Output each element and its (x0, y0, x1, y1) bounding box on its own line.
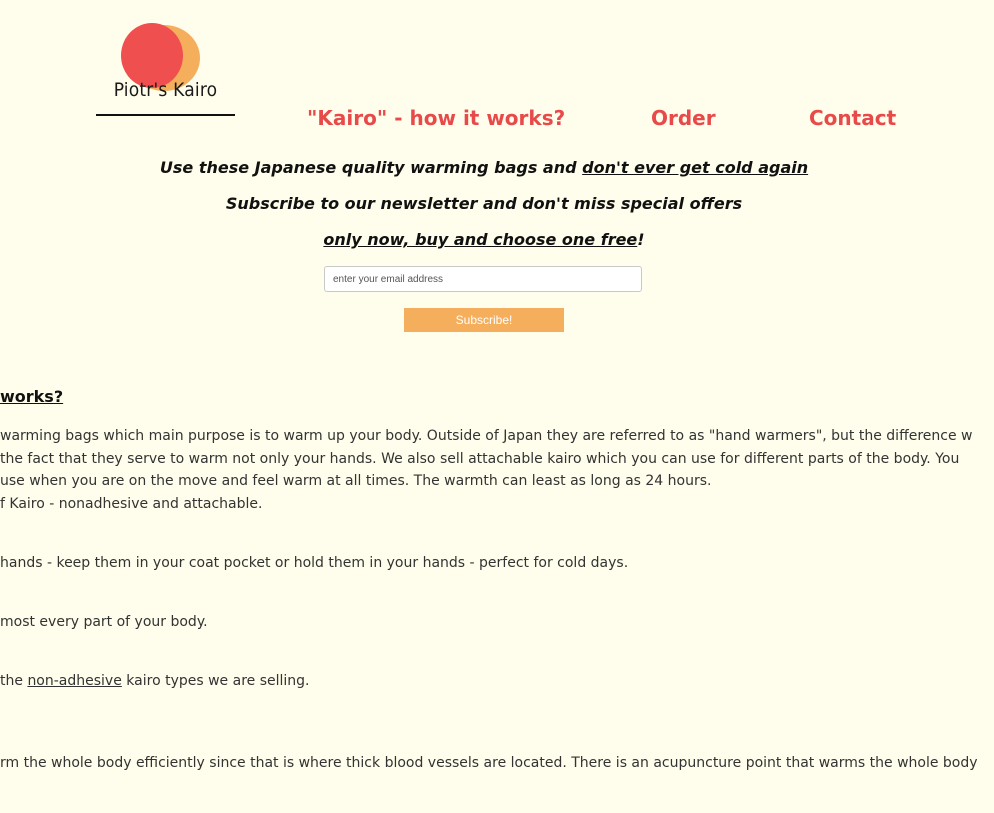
logo[interactable]: Piotr's Kairo (96, 22, 235, 117)
promo-link-dont-get-cold[interactable]: don't ever get cold again (582, 158, 808, 177)
paragraph-types-prefix: the (0, 673, 28, 689)
nav-link-contact[interactable]: Contact (809, 106, 896, 130)
section-heading: works? (0, 387, 64, 406)
promo-link-buy-choose-free[interactable]: only now, buy and choose one free (323, 230, 637, 249)
subscribe-button[interactable]: Subscribe! (404, 308, 564, 332)
email-input[interactable] (324, 266, 642, 292)
paragraph-hands: hands - keep them in your coat pocket or… (0, 555, 629, 571)
paragraph-types: the non-adhesive kairo types we are sell… (0, 670, 994, 693)
promo-line-2: Subscribe to our newsletter and don't mi… (225, 194, 743, 213)
paragraph-line: the fact that they serve to warm not onl… (0, 450, 960, 467)
non-adhesive-link[interactable]: non-adhesive (27, 673, 121, 689)
nav-link-order[interactable]: Order (651, 106, 716, 130)
paragraph-body: most every part of your body. (0, 614, 208, 630)
promo-line-1-text: Use these Japanese quality warming bags … (159, 158, 583, 177)
logo-text: Piotr's Kairo (113, 79, 218, 101)
promo-line-3-suffix: ! (637, 230, 645, 249)
paragraph-types-suffix: kairo types we are selling. (121, 673, 310, 689)
paragraph-intro: warming bags which main purpose is to wa… (0, 425, 994, 515)
paragraph-line: f Kairo - nonadhesive and attachable. (0, 495, 263, 512)
paragraph-blood-vessels: rm the whole body efficiently since that… (0, 755, 978, 771)
nav-link-how-it-works[interactable]: "Kairo" - how it works? (307, 106, 565, 130)
paragraph-line: use when you are on the move and feel wa… (0, 473, 712, 489)
logo-underline (96, 114, 235, 116)
promo-line-3: only now, buy and choose one free! (0, 230, 968, 249)
promo-line-1: Use these Japanese quality warming bags … (0, 158, 968, 177)
paragraph-line: warming bags which main purpose is to wa… (0, 428, 973, 444)
